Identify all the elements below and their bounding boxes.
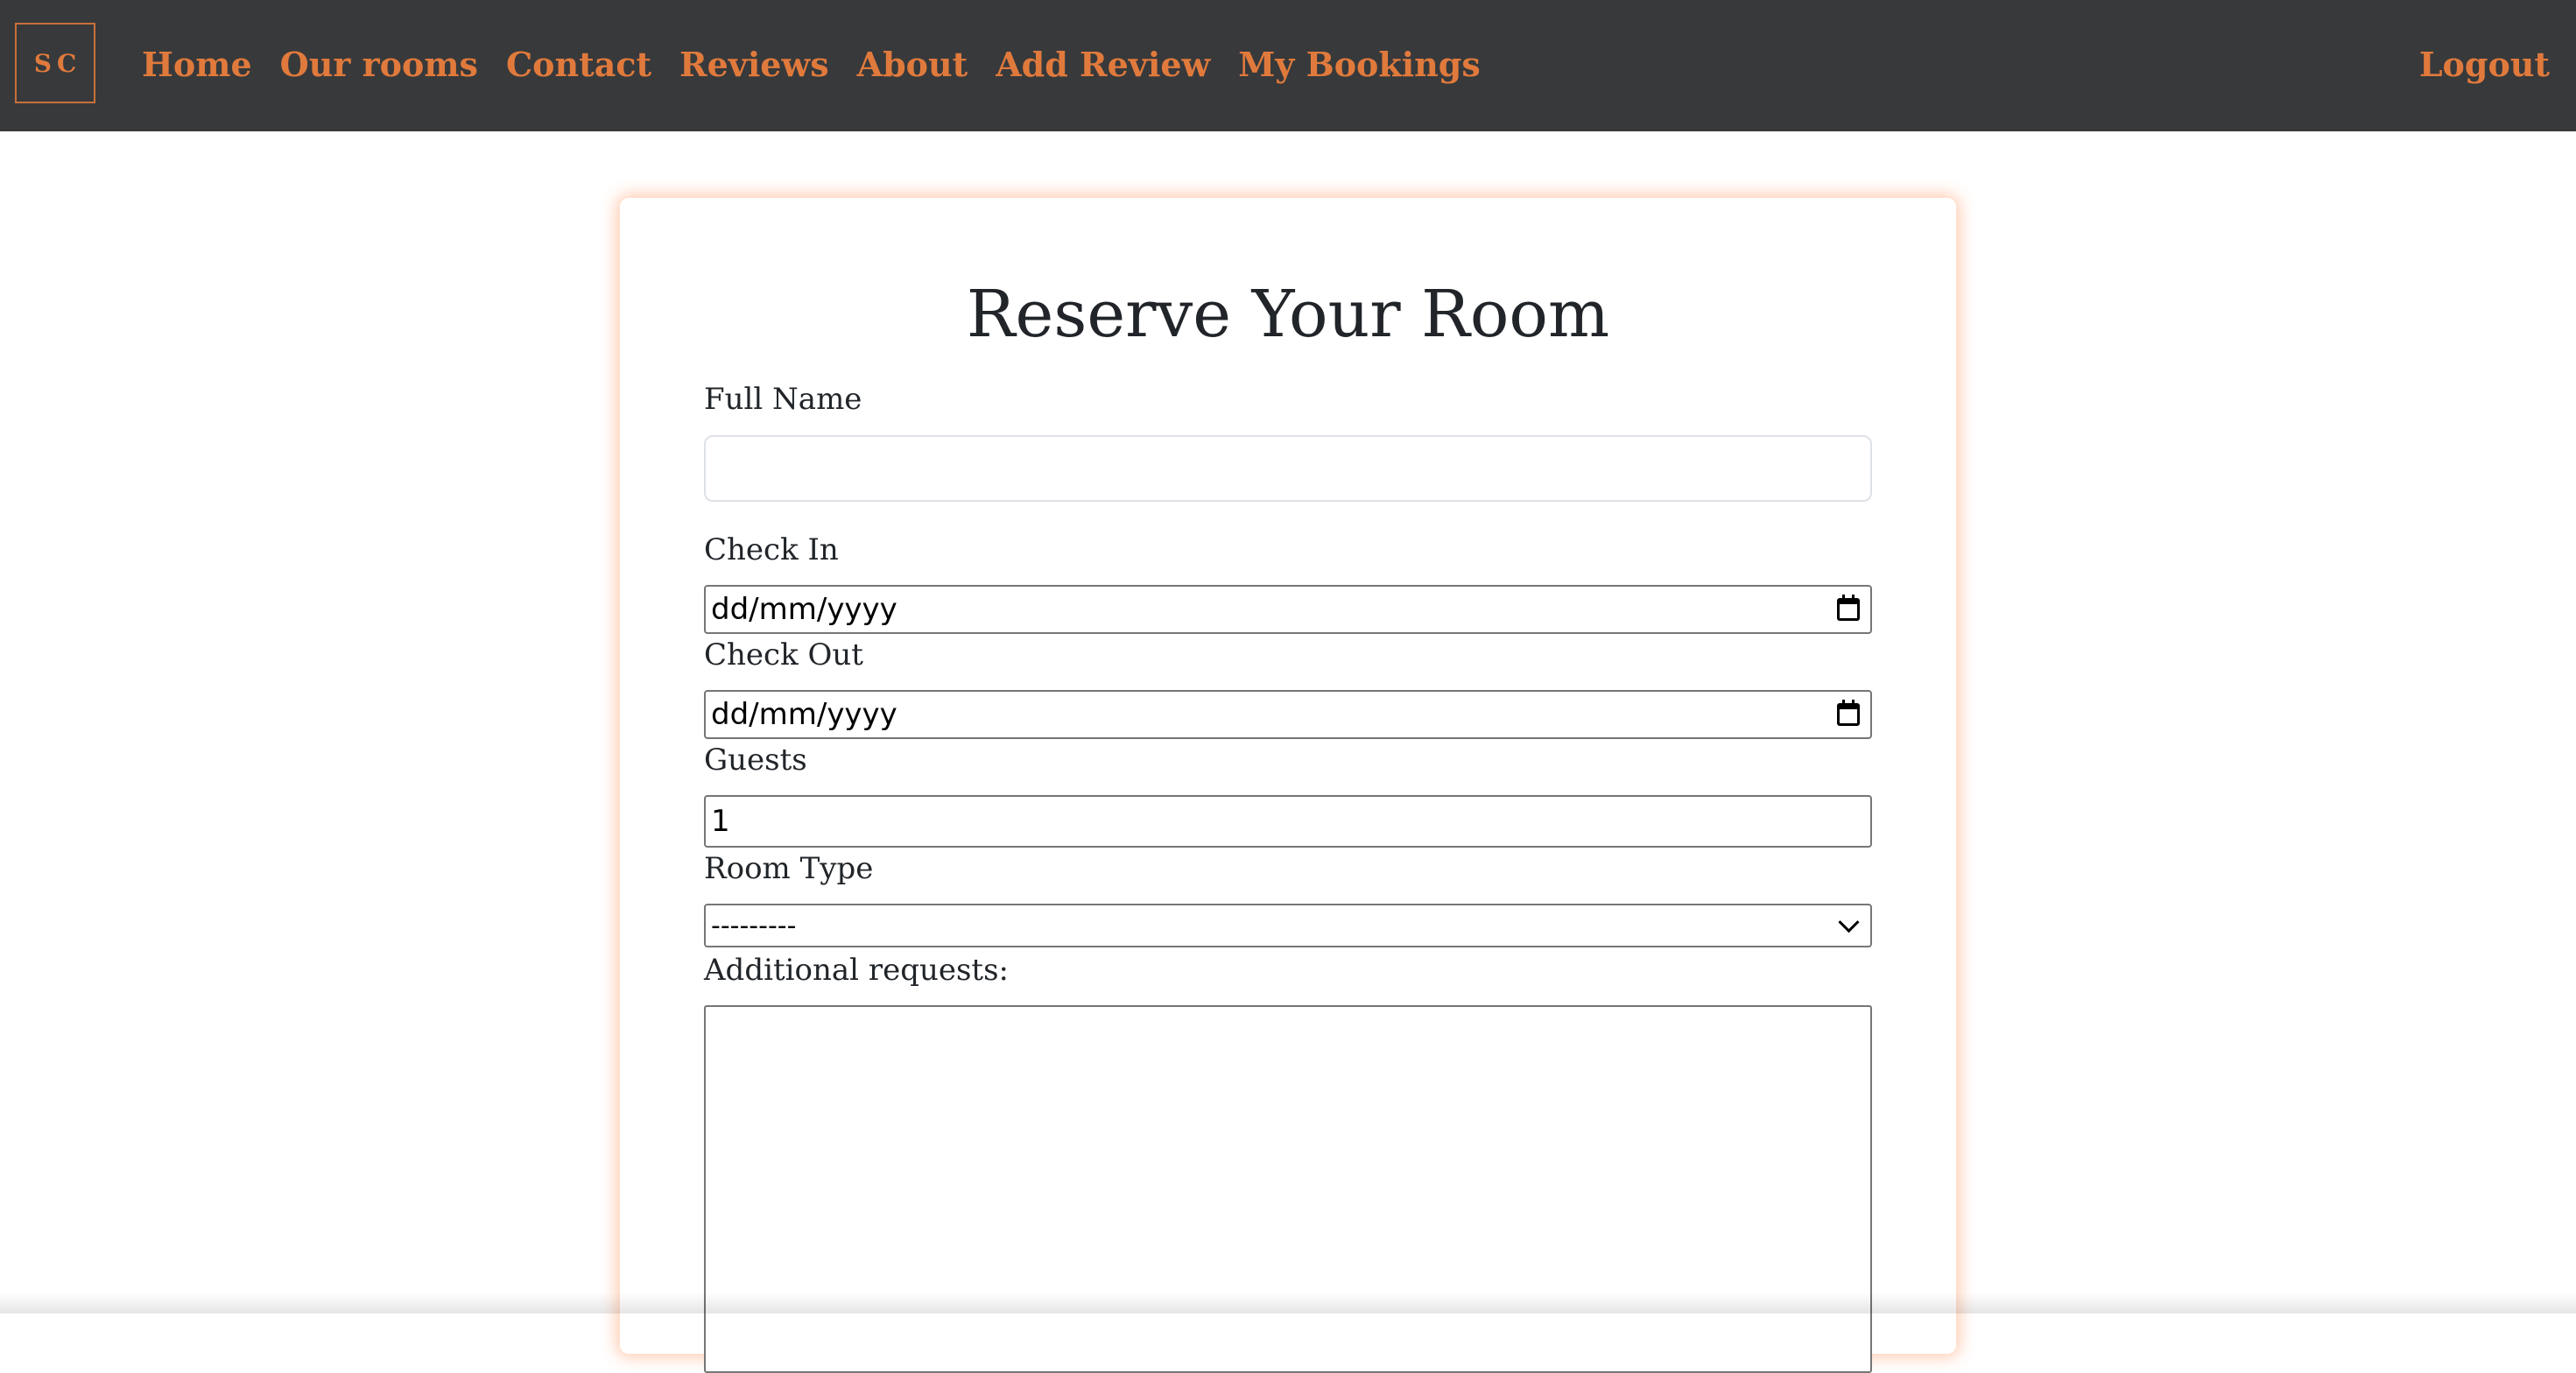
room-type-label: Room Type xyxy=(704,851,874,886)
nav-link-contact[interactable]: Contact xyxy=(506,45,651,84)
check-out-value: dd/mm/yyyy xyxy=(711,697,897,732)
guests-label: Guests xyxy=(704,743,807,778)
calendar-icon[interactable] xyxy=(1837,700,1860,726)
nav-link-about[interactable]: About xyxy=(857,45,968,84)
chevron-down-icon xyxy=(1838,911,1860,933)
page-title: Reserve Your Room xyxy=(966,277,1610,352)
check-out-date-input[interactable]: dd/mm/yyyy xyxy=(704,690,1872,739)
logout-link[interactable]: Logout xyxy=(2419,0,2550,128)
nav-link-reviews[interactable]: Reviews xyxy=(679,45,829,84)
nav-link-our-rooms[interactable]: Our rooms xyxy=(280,45,478,84)
nav-link-my-bookings[interactable]: My Bookings xyxy=(1238,45,1481,84)
guests-value: 1 xyxy=(711,804,730,839)
additional-requests-textarea[interactable] xyxy=(704,1005,1872,1373)
site-logo[interactable]: SC xyxy=(15,23,95,103)
check-in-label: Check In xyxy=(704,532,839,567)
scroll-shadow xyxy=(0,1292,2576,1313)
full-name-input[interactable] xyxy=(704,435,1872,502)
check-in-value: dd/mm/yyyy xyxy=(711,592,897,627)
room-type-select[interactable]: --------- xyxy=(704,904,1872,947)
nav-link-add-review[interactable]: Add Review xyxy=(996,45,1210,84)
calendar-icon[interactable] xyxy=(1837,595,1860,621)
check-in-date-input[interactable]: dd/mm/yyyy xyxy=(704,585,1872,634)
navbar: SC Home Our rooms Contact Reviews About … xyxy=(0,0,2576,131)
check-out-label: Check Out xyxy=(704,637,863,672)
full-name-label: Full Name xyxy=(704,382,862,417)
room-type-value: --------- xyxy=(711,910,797,941)
nav-link-home[interactable]: Home xyxy=(142,45,252,84)
guests-input[interactable]: 1 xyxy=(704,795,1872,848)
additional-requests-label: Additional requests: xyxy=(704,953,1009,988)
nav-links: Home Our rooms Contact Reviews About Add… xyxy=(142,0,1509,128)
booking-form-card: Reserve Your Room Full Name Check In dd/… xyxy=(620,198,1956,1373)
